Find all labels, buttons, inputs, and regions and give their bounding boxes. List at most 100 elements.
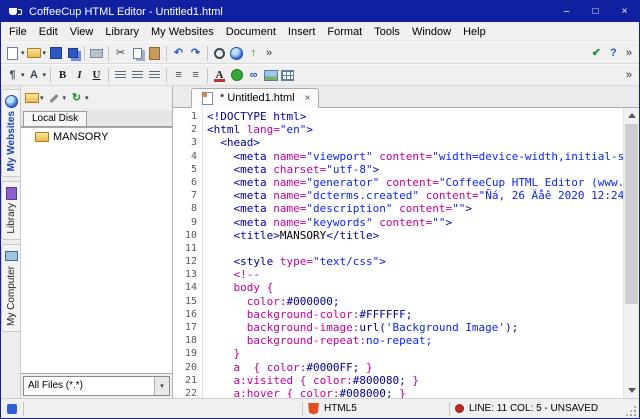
refresh-button[interactable]: ↻▾ (68, 88, 90, 108)
underline-button[interactable]: U (88, 65, 105, 85)
menu-my-websites[interactable]: My Websites (145, 23, 220, 41)
font-style-button[interactable]: A▾ (26, 65, 48, 85)
code-line[interactable]: background-color:#FFFFFF; (207, 308, 623, 321)
copy-button[interactable] (129, 43, 146, 63)
dropdown-arrow-icon: ▾ (40, 94, 44, 102)
print-button[interactable] (88, 43, 105, 63)
file-panel-tabrow: Local Disk (21, 110, 172, 127)
tab-close-icon[interactable]: × (300, 93, 311, 104)
code-line[interactable]: color:#000000; (207, 295, 623, 308)
font-color-button[interactable]: A (211, 65, 228, 85)
highlight-color-button[interactable] (228, 65, 245, 85)
line-number: 13 (173, 268, 197, 281)
maximize-button[interactable]: □ (581, 1, 610, 22)
save-all-button[interactable] (64, 43, 81, 63)
bold-button[interactable]: B (54, 65, 71, 85)
code-line[interactable]: <meta name="viewport" content="width=dev… (207, 150, 623, 163)
resize-grip[interactable] (625, 405, 637, 417)
code-line[interactable]: <meta charset="utf-8"> (207, 163, 623, 176)
save-all-icon (65, 46, 80, 61)
sidebar-tab-library[interactable]: Library (1, 181, 20, 240)
file-tools-button[interactable]: ▾ (46, 88, 68, 108)
align-center-button[interactable] (129, 65, 146, 85)
new-folder-button[interactable]: ▾ (23, 88, 45, 108)
open-file-button[interactable]: ▾ (26, 43, 48, 63)
editor-tab-bar: * Untitled1.html × (173, 86, 639, 108)
align-left-icon (113, 68, 128, 83)
validate-button[interactable]: ✔ (588, 43, 605, 63)
tree-item-mansory[interactable]: MANSORY (21, 128, 172, 145)
menu-format[interactable]: Format (321, 23, 368, 41)
code-line[interactable]: <html lang="en"> (207, 123, 623, 136)
sidebar-tab-my-computer[interactable]: My Computer (1, 244, 20, 332)
code-line[interactable]: <meta name="description" content=""> (207, 202, 623, 215)
find-button[interactable] (211, 43, 228, 63)
paragraph-style-button[interactable]: ¶▾ (4, 65, 26, 85)
copy-icon (130, 46, 145, 61)
save-button[interactable] (47, 43, 64, 63)
code-line[interactable]: a { color:#0000FF; } (207, 361, 623, 374)
code-line[interactable]: background-repeat:no-repeat; (207, 334, 623, 347)
italic-button[interactable]: I (71, 65, 88, 85)
insert-table-button[interactable] (279, 65, 296, 85)
undo-button[interactable]: ↶ (170, 43, 187, 63)
code-line[interactable]: <meta name="keywords" content=""> (207, 216, 623, 229)
preview-icon (229, 46, 244, 61)
insert-link-button[interactable]: ∞ (245, 65, 262, 85)
code-line[interactable]: <head> (207, 136, 623, 149)
paste-button[interactable] (146, 43, 163, 63)
line-number: 20 (173, 361, 197, 374)
code-line[interactable]: background-image:url('Background Image')… (207, 321, 623, 334)
toolbar-overflow-chevron[interactable]: » (622, 47, 636, 59)
editor-tab-untitled1[interactable]: * Untitled1.html × (191, 88, 319, 108)
code-area[interactable]: <!DOCTYPE html><html lang="en"> <head> <… (203, 108, 623, 398)
redo-button[interactable]: ↷ (187, 43, 204, 63)
new-document-button[interactable]: ▾ (4, 43, 26, 63)
menu-library[interactable]: Library (99, 23, 145, 41)
code-line[interactable] (207, 242, 623, 255)
sidebar-tab-my-websites[interactable]: My Websites (1, 89, 20, 177)
numbered-list-button[interactable]: ≡ (187, 65, 204, 85)
bullet-list-button[interactable]: ≡ (170, 65, 187, 85)
scroll-down-button[interactable] (624, 383, 639, 398)
align-left-button[interactable] (112, 65, 129, 85)
scroll-up-button[interactable] (624, 108, 639, 123)
menu-window[interactable]: Window (406, 23, 457, 41)
code-line[interactable]: <!DOCTYPE html> (207, 110, 623, 123)
cut-button[interactable]: ✂ (112, 43, 129, 63)
dropdown-arrow-icon: ▾ (43, 71, 47, 79)
toolbar-overflow-chevron[interactable]: » (262, 47, 276, 59)
help-button[interactable]: ? (605, 43, 622, 63)
align-right-button[interactable] (146, 65, 163, 85)
code-line[interactable]: <style type="text/css"> (207, 255, 623, 268)
code-line[interactable]: } (207, 347, 623, 360)
code-line[interactable]: body { (207, 281, 623, 294)
menu-help[interactable]: Help (457, 23, 492, 41)
code-line[interactable]: <title>MANSORY</title> (207, 229, 623, 242)
upload-button[interactable]: ↑ (245, 43, 262, 63)
menu-view[interactable]: View (64, 23, 100, 41)
toolbar-overflow-chevron[interactable]: » (622, 69, 636, 81)
menu-file[interactable]: File (3, 23, 33, 41)
insert-image-icon (263, 68, 278, 83)
editor-vertical-scrollbar[interactable] (623, 108, 639, 398)
line-number: 4 (173, 150, 197, 163)
validate-icon: ✔ (589, 46, 604, 61)
code-line[interactable]: a:hover { color:#008000; } (207, 387, 623, 398)
scrollbar-thumb[interactable] (625, 124, 638, 304)
file-filter-combobox[interactable]: All Files (*.*) (23, 376, 170, 396)
menu-document[interactable]: Document (220, 23, 282, 41)
close-button[interactable]: × (610, 1, 639, 22)
menu-insert[interactable]: Insert (282, 23, 322, 41)
local-disk-tab[interactable]: Local Disk (23, 111, 87, 126)
code-line[interactable]: <!-- (207, 268, 623, 281)
menu-edit[interactable]: Edit (33, 23, 64, 41)
insert-image-button[interactable] (262, 65, 279, 85)
dropdown-arrow-icon[interactable] (154, 377, 169, 395)
preview-button[interactable] (228, 43, 245, 63)
menu-tools[interactable]: Tools (368, 23, 406, 41)
minimize-button[interactable]: – (552, 1, 581, 22)
code-line[interactable]: a:visited { color:#800080; } (207, 374, 623, 387)
code-line[interactable]: <meta name="dcterms.created" content="Ñá… (207, 189, 623, 202)
code-line[interactable]: <meta name="generator" content="CoffeeCu… (207, 176, 623, 189)
